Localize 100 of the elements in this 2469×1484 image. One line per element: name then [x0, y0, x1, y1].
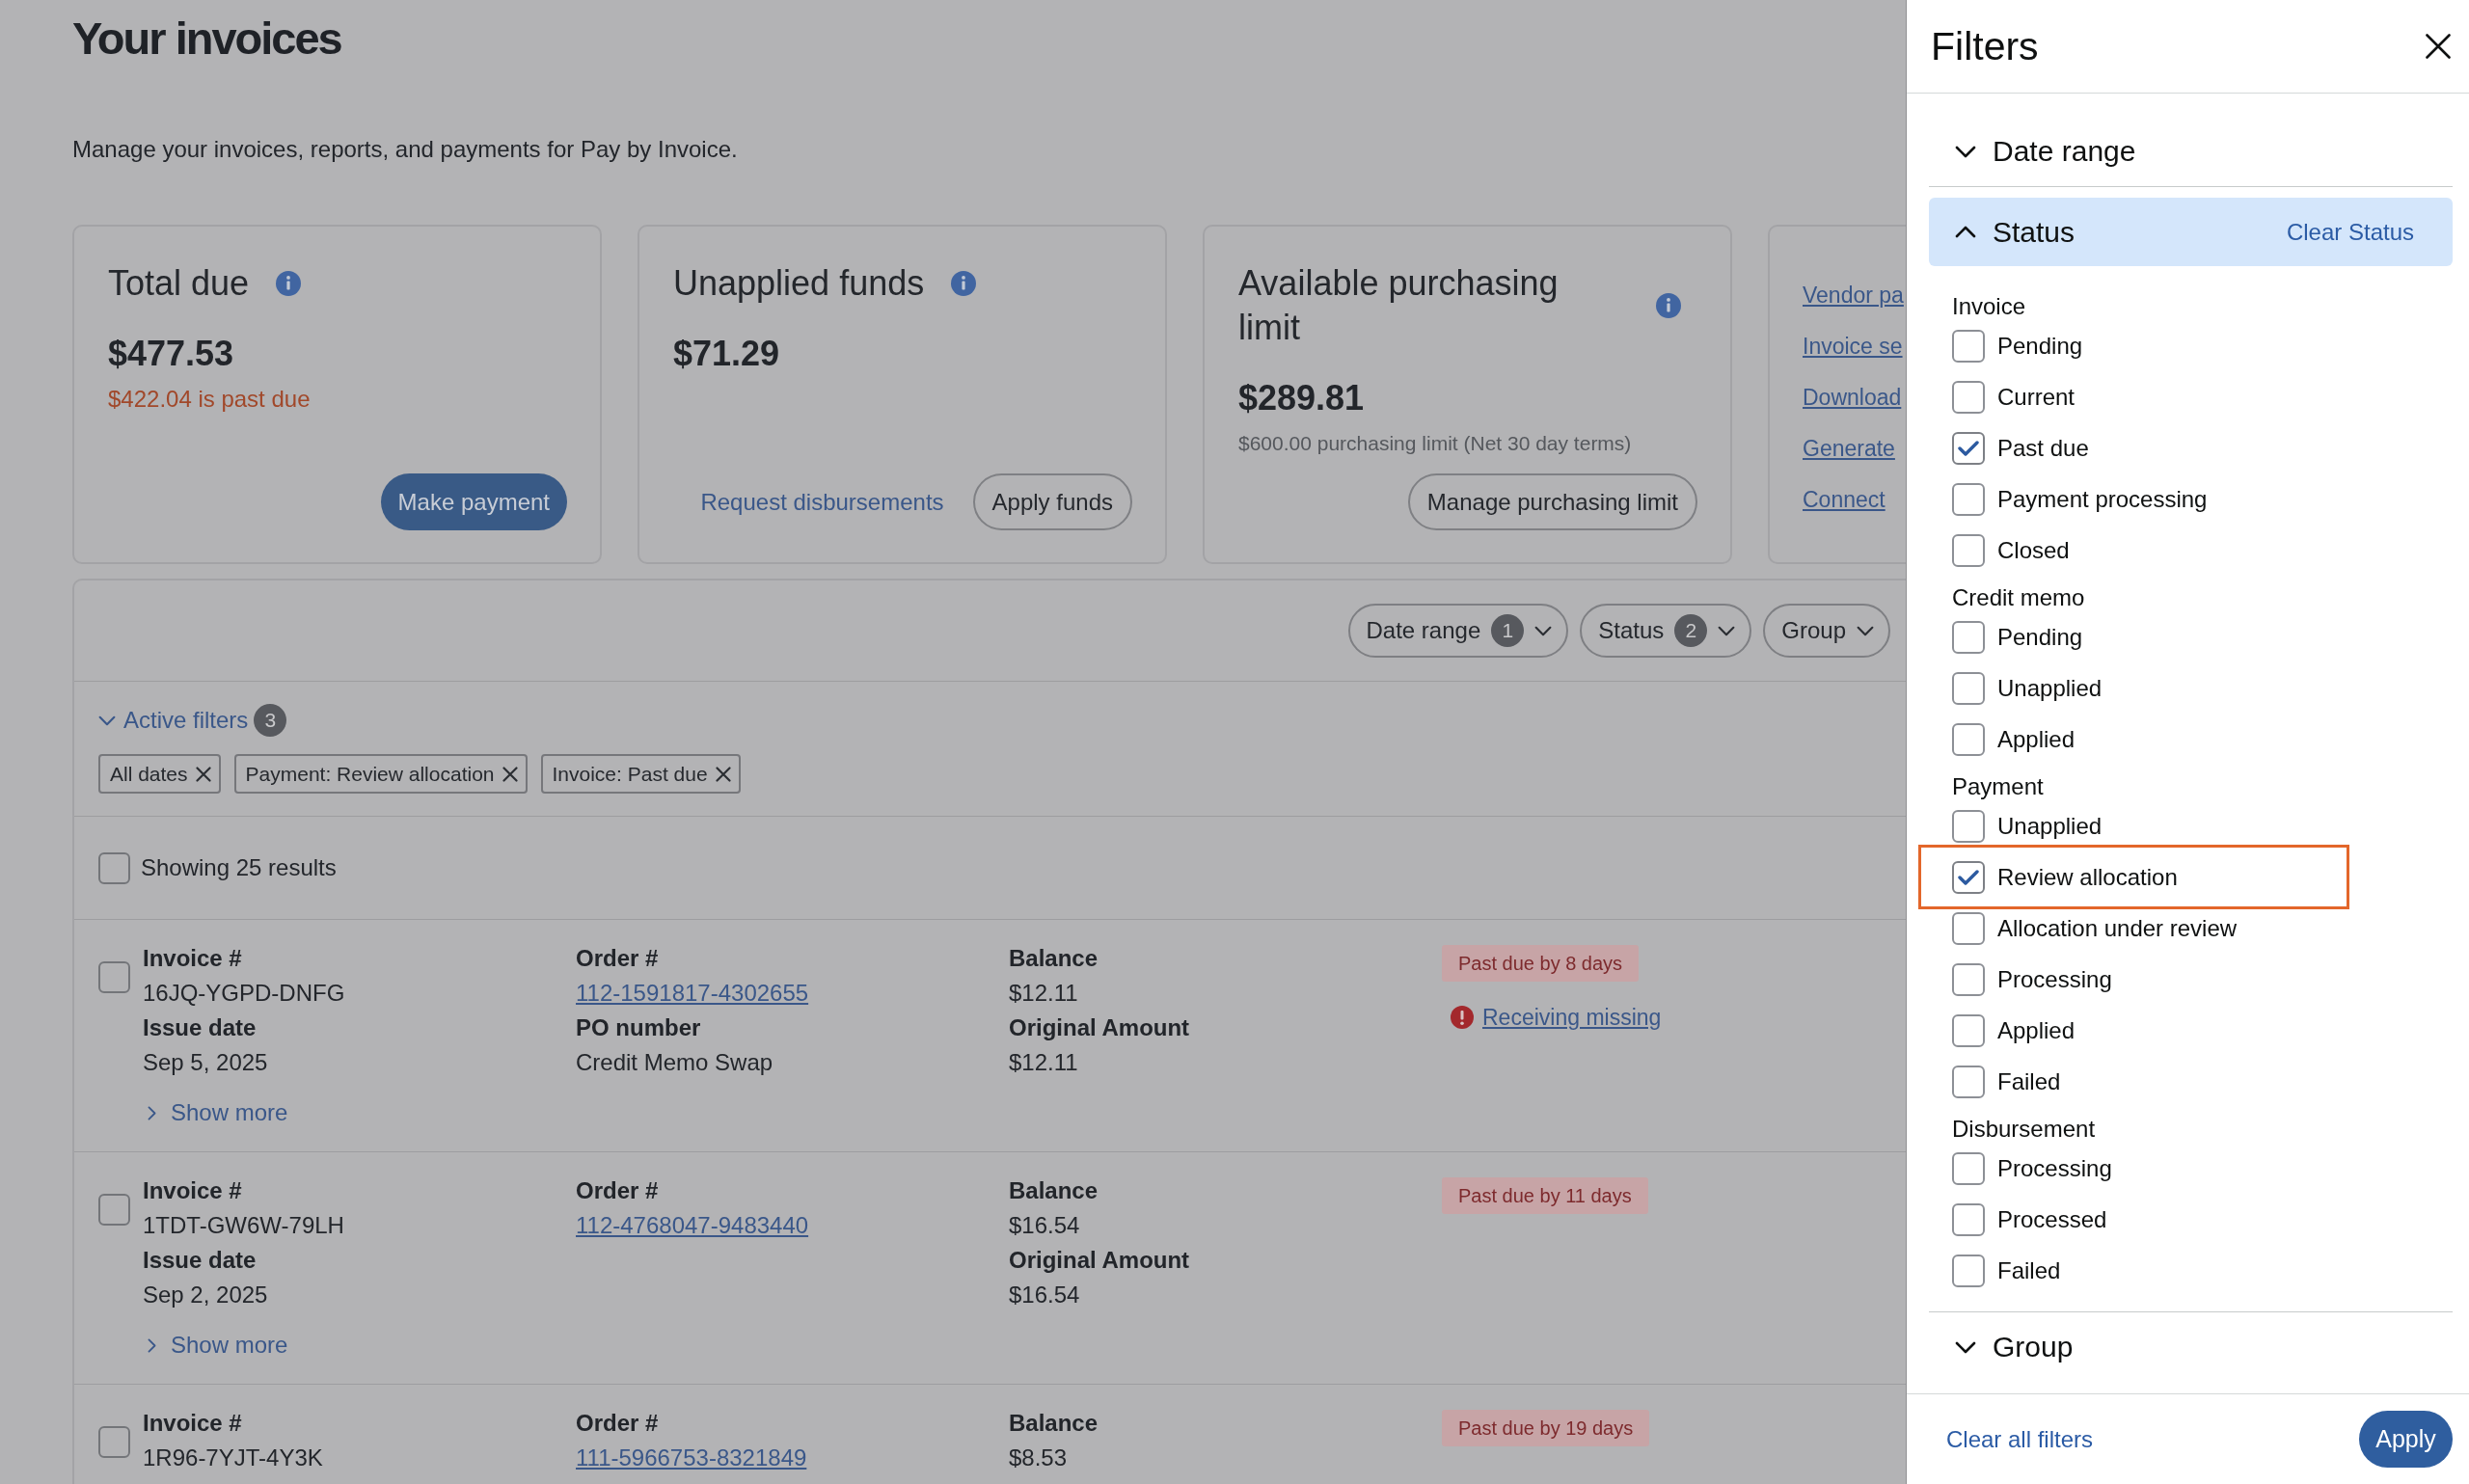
checkbox-label[interactable]: Processing	[1997, 1153, 2112, 1183]
apply-button[interactable]: Apply	[2359, 1411, 2453, 1468]
remove-icon[interactable]	[195, 766, 211, 782]
info-icon[interactable]	[951, 271, 977, 296]
checkbox-label[interactable]: Review allocation	[1997, 862, 2178, 892]
card-note: $422.04 is past due	[108, 385, 311, 414]
field-value: $16.54	[1009, 1282, 1080, 1309]
section-toggle[interactable]: Group	[1955, 1330, 2074, 1364]
primary-button[interactable]: Make payment	[380, 473, 567, 530]
amount-value: $477.53	[108, 333, 234, 375]
checkbox-label[interactable]: Closed	[1997, 535, 2070, 565]
clear-link[interactable]: Clear Status	[2286, 217, 2414, 247]
close-icon[interactable]	[2426, 34, 2451, 59]
checkbox[interactable]	[1952, 671, 1985, 705]
filter-chip[interactable]: All dates	[98, 754, 221, 794]
count-badge: 2	[1674, 614, 1708, 647]
count-badge: 3	[254, 704, 287, 737]
field-label: Issue date	[143, 1247, 257, 1274]
field-label: Original Amount	[1009, 1247, 1190, 1274]
checkbox[interactable]	[98, 1426, 130, 1458]
remove-icon[interactable]	[502, 766, 518, 782]
checkbox[interactable]	[1952, 962, 1985, 996]
clear-all-link[interactable]: Clear all filters	[1946, 1424, 2094, 1454]
active-filters-toggle[interactable]: Active filters 3	[98, 704, 287, 737]
field-value: 1TDT-GW6W-79LH	[143, 1212, 344, 1239]
alert-icon	[1451, 1006, 1474, 1029]
field-value: $16.54	[1009, 1212, 1080, 1239]
section-toggle[interactable]: Status	[1955, 214, 2076, 250]
group-label: Payment	[1952, 773, 2044, 800]
checkbox[interactable]	[1952, 431, 1985, 465]
checkbox-label[interactable]: Processed	[1997, 1204, 2107, 1234]
field-value: Sep 2, 2025	[143, 1282, 268, 1309]
panel-title: Filters	[1931, 23, 2039, 69]
field-label: Balance	[1009, 1410, 1099, 1437]
checkbox[interactable]	[1952, 1013, 1985, 1047]
checkbox[interactable]	[1952, 380, 1985, 414]
field-label: Invoice #	[143, 1410, 242, 1437]
checkbox-label[interactable]: Unapplied	[1997, 811, 2103, 841]
field-label: Invoice #	[143, 945, 242, 972]
checkbox-label[interactable]: Processing	[1997, 964, 2112, 994]
checkbox[interactable]	[1952, 1151, 1985, 1185]
checkbox[interactable]	[1952, 722, 1985, 756]
checkbox-label[interactable]: Unapplied	[1997, 673, 2103, 703]
checkbox-label[interactable]: Allocation under review	[1997, 913, 2238, 943]
checkbox[interactable]	[1952, 809, 1985, 843]
section-toggle[interactable]: Date range	[1955, 134, 2136, 169]
amount-value: $289.81	[1238, 377, 1365, 419]
checkbox-label[interactable]: Pending	[1997, 331, 2083, 361]
filter-button[interactable]: Date range 1	[1347, 604, 1569, 658]
checkbox[interactable]	[1952, 1065, 1985, 1098]
checkbox[interactable]	[1952, 1202, 1985, 1236]
checkbox[interactable]	[98, 851, 130, 884]
field-label: Invoice #	[143, 1177, 242, 1204]
info-icon[interactable]	[1656, 293, 1681, 318]
status-badge: Past due by 11 days	[1442, 1177, 1648, 1214]
filter-chip[interactable]: Payment: Review allocation	[233, 754, 528, 794]
page-title: Your invoices	[72, 12, 341, 66]
checkbox[interactable]	[1952, 1254, 1985, 1287]
checkbox-label[interactable]: Payment processing	[1997, 484, 2208, 514]
checkbox-label[interactable]: Pending	[1997, 622, 2083, 652]
chevron-icon	[1857, 625, 1874, 636]
checkbox[interactable]	[1952, 533, 1985, 567]
checkbox[interactable]	[1952, 620, 1985, 654]
filter-button[interactable]: Group	[1763, 604, 1890, 658]
checkbox-label[interactable]: Current	[1997, 382, 2076, 412]
group-label: Credit memo	[1952, 584, 2085, 611]
chevron-icon	[148, 1105, 156, 1120]
field-value: $12.11	[1009, 980, 1078, 1007]
filter-button[interactable]: Status 2	[1580, 604, 1752, 658]
field-value: $8.53	[1009, 1444, 1068, 1471]
card-title: Total due	[108, 262, 250, 305]
checkbox-label[interactable]: Applied	[1997, 724, 2076, 754]
field-label: Order #	[576, 1410, 659, 1437]
chevron-icon	[98, 715, 116, 726]
secondary-button[interactable]: Manage purchasing limit	[1407, 473, 1697, 530]
checkbox-label[interactable]: Past due	[1997, 433, 2089, 463]
checkbox[interactable]	[98, 961, 130, 993]
card-title: Available purchasing limit	[1238, 262, 1560, 349]
checkbox-label[interactable]: Failed	[1997, 1255, 2061, 1285]
filter-chip[interactable]: Invoice: Past due	[540, 754, 741, 794]
info-icon[interactable]	[276, 271, 302, 296]
checkbox-label[interactable]: Applied	[1997, 1015, 2076, 1045]
check-icon	[1958, 868, 1979, 886]
field-label: Original Amount	[1009, 1014, 1190, 1041]
field-label: Order #	[576, 945, 659, 972]
chevron-icon	[148, 1337, 156, 1353]
checkbox[interactable]	[1952, 911, 1985, 945]
card-note: $600.00 purchasing limit (Net 30 day terms)	[1238, 431, 1632, 456]
chevron-icon	[1955, 145, 1976, 158]
field-label: PO number	[576, 1014, 701, 1041]
field-value: 1R96-7YJT-4Y3K	[143, 1444, 323, 1471]
checkbox[interactable]	[1952, 860, 1985, 894]
checkbox[interactable]	[98, 1194, 130, 1226]
checkbox-label[interactable]: Failed	[1997, 1066, 2061, 1096]
card-title: Unapplied funds	[673, 262, 925, 305]
remove-icon[interactable]	[715, 766, 731, 782]
group-label: Invoice	[1952, 293, 2026, 320]
secondary-button[interactable]: Apply funds	[972, 473, 1132, 530]
checkbox[interactable]	[1952, 329, 1985, 363]
checkbox[interactable]	[1952, 482, 1985, 516]
